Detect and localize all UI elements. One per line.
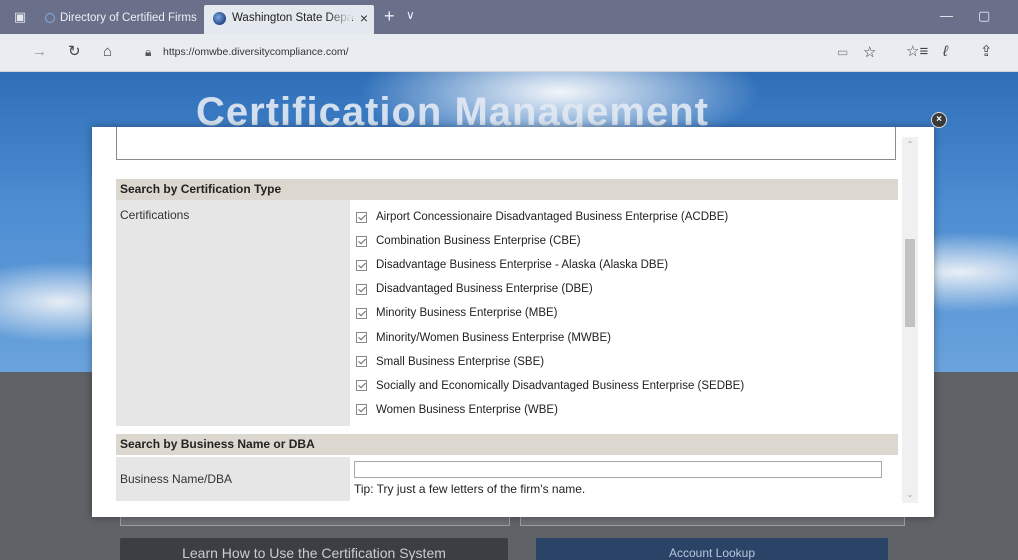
certification-label: Disadvantage Business Enterprise - Alask… xyxy=(376,259,669,272)
account-lookup-button[interactable]: Account Lookup xyxy=(536,538,888,560)
certification-label: Socially and Economically Disadvantaged … xyxy=(376,379,745,392)
search-tip: Tip: Try just a few letters of the firm'… xyxy=(354,482,586,496)
checkbox-checked-icon[interactable] xyxy=(356,332,367,344)
business-name-input[interactable] xyxy=(354,461,882,478)
certification-option[interactable]: Socially and Economically Disadvantaged … xyxy=(356,374,896,398)
favorites-hub-icon[interactable]: ☆≡ xyxy=(906,44,928,60)
reading-view-icon[interactable]: ▭ xyxy=(837,45,848,59)
home-icon[interactable]: ⌂ xyxy=(103,44,112,60)
checkbox-checked-icon[interactable] xyxy=(356,307,367,319)
certifications-label: Certifications xyxy=(116,200,350,426)
tab-bar: ▣ Directory of Certified Firms Washingto… xyxy=(0,0,1018,34)
refresh-icon[interactable]: ↻ xyxy=(68,44,81,60)
checkbox-checked-icon[interactable] xyxy=(356,404,367,416)
checkbox-checked-icon[interactable] xyxy=(356,356,367,368)
checkbox-checked-icon[interactable] xyxy=(356,380,367,392)
certification-label: Women Business Enterprise (WBE) xyxy=(376,403,558,416)
checkbox-checked-icon[interactable] xyxy=(356,259,367,271)
search-modal: Search by Certification Type Certificati… xyxy=(92,127,934,517)
site-favicon-icon xyxy=(213,12,226,25)
navigation-bar: → ↻ ⌂ 🔒︎ https://omwbe.diversitycomplian… xyxy=(0,34,1018,72)
scrollbar-thumb[interactable] xyxy=(905,239,915,327)
minimize-icon[interactable]: — xyxy=(940,8,953,23)
certification-label: Minority/Women Business Enterprise (MWBE… xyxy=(376,331,611,344)
web-note-pen-icon[interactable]: ℓ xyxy=(943,44,948,60)
favorite-star-icon[interactable]: ☆ xyxy=(863,43,876,61)
tab-back-icon[interactable]: ▣ xyxy=(10,8,30,26)
maximize-icon[interactable]: ▢ xyxy=(978,8,990,24)
certification-label: Disadvantaged Business Enterprise (DBE) xyxy=(376,283,593,296)
tab-washington-state[interactable]: Washington State Depa × xyxy=(204,5,374,34)
certification-section-header: Search by Certification Type xyxy=(116,179,898,200)
scroll-up-icon[interactable]: ⌃ xyxy=(902,139,918,151)
checkbox-checked-icon[interactable] xyxy=(356,283,367,295)
new-tab-icon[interactable]: + xyxy=(384,7,395,25)
learn-certification-button[interactable]: Learn How to Use the Certification Syste… xyxy=(120,538,508,560)
certification-option[interactable]: Small Business Enterprise (SBE) xyxy=(356,350,896,374)
checkbox-checked-icon[interactable] xyxy=(356,235,367,247)
tab-loading-icon xyxy=(45,13,55,23)
lock-icon: 🔒︎ xyxy=(145,45,152,59)
certification-checkbox-list: Airport Concessionaire Disadvantaged Bus… xyxy=(356,205,896,422)
share-icon[interactable]: ⇪ xyxy=(980,44,993,60)
certification-label: Airport Concessionaire Disadvantaged Bus… xyxy=(376,211,729,224)
certification-option[interactable]: Combination Business Enterprise (CBE) xyxy=(356,229,896,253)
certification-option[interactable]: Minority/Women Business Enterprise (MWBE… xyxy=(356,325,896,349)
url-text[interactable]: https://omwbe.diversitycompliance.com/ xyxy=(163,46,349,58)
certification-option[interactable]: Minority Business Enterprise (MBE) xyxy=(356,301,896,325)
tab-label: Directory of Certified Firms xyxy=(60,12,197,24)
certification-option[interactable]: Disadvantage Business Enterprise - Alask… xyxy=(356,253,896,277)
tab-directory[interactable]: Directory of Certified Firms xyxy=(40,5,200,34)
certification-option[interactable]: Disadvantaged Business Enterprise (DBE) xyxy=(356,277,896,301)
certification-label: Minority Business Enterprise (MBE) xyxy=(376,307,558,320)
modal-close-icon[interactable]: × xyxy=(931,112,947,128)
address-bar[interactable]: 🔒︎ https://omwbe.diversitycompliance.com… xyxy=(135,40,885,66)
tab-close-icon[interactable]: × xyxy=(360,5,368,32)
certification-option[interactable]: Women Business Enterprise (WBE) xyxy=(356,398,896,422)
certification-option[interactable]: Airport Concessionaire Disadvantaged Bus… xyxy=(356,205,896,229)
checkbox-checked-icon[interactable] xyxy=(356,211,367,223)
chevron-down-icon[interactable]: ∨ xyxy=(406,8,415,22)
scroll-down-icon[interactable]: ⌄ xyxy=(902,489,918,501)
certification-label: Small Business Enterprise (SBE) xyxy=(376,355,545,368)
previous-search-field[interactable] xyxy=(116,127,896,160)
modal-scrollbar[interactable]: ⌃ ⌄ xyxy=(902,137,918,503)
business-name-section-header: Search by Business Name or DBA xyxy=(116,434,898,455)
back-arrow-icon[interactable]: → xyxy=(32,44,47,60)
business-name-label: Business Name/DBA xyxy=(116,457,350,501)
certification-label: Combination Business Enterprise (CBE) xyxy=(376,235,581,248)
